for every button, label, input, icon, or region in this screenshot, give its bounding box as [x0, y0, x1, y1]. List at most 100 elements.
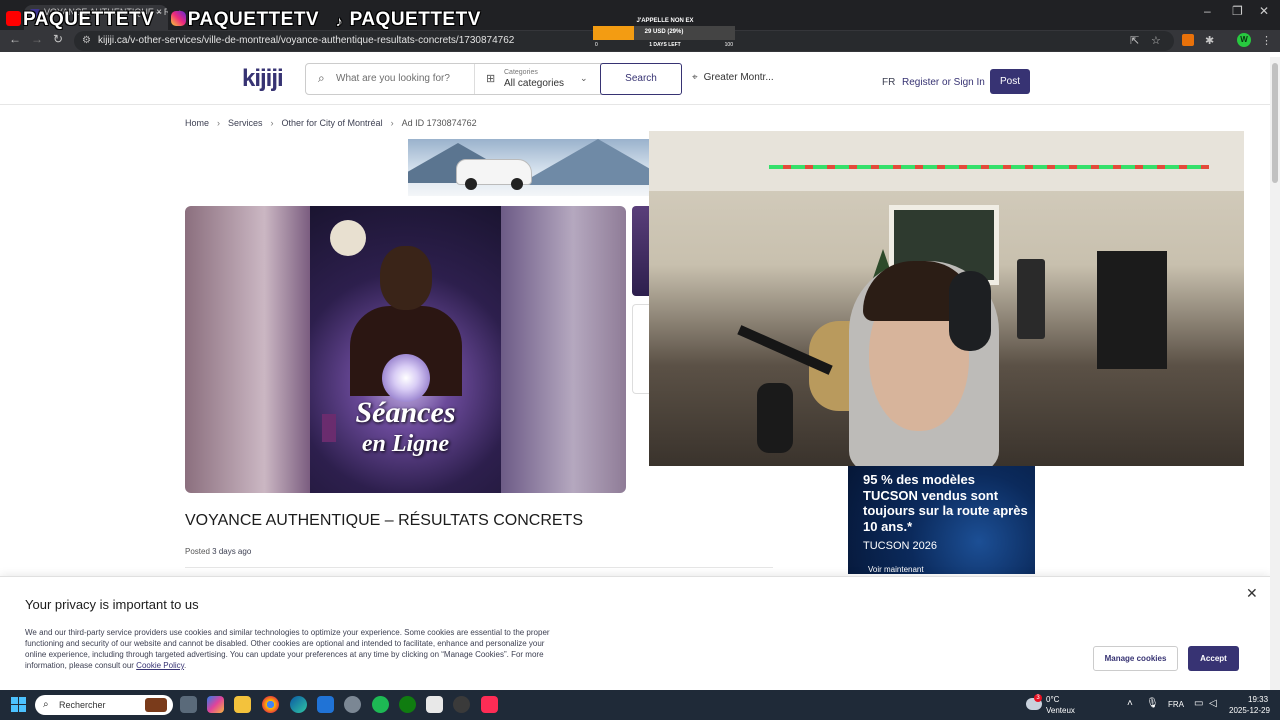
task-view-icon[interactable]: [180, 696, 197, 713]
windows-start-icon[interactable]: [11, 697, 27, 713]
obs-icon[interactable]: [453, 696, 470, 713]
microphone: [757, 383, 793, 453]
site-header: kijiji ⌕ What are you looking for? ⊞ Cat…: [0, 57, 1270, 105]
instagram-brand: PAQUETTETV: [170, 9, 319, 31]
breadcrumb-services[interactable]: Services: [228, 118, 263, 128]
goal-max: 100: [724, 42, 733, 48]
ad-cta-link[interactable]: Voir maintenant: [868, 565, 924, 574]
hyundai-tucson-ad[interactable]: 95 % des modèles TUCSON vendus sont touj…: [848, 466, 1035, 574]
listing-image-gallery[interactable]: Séances en Ligne: [185, 206, 626, 493]
divider: [474, 64, 475, 94]
goal-bar: 29 USD (29%): [593, 26, 735, 40]
settings-icon[interactable]: [344, 696, 361, 713]
cookie-policy-link[interactable]: Cookie Policy: [136, 661, 184, 670]
site-info-icon[interactable]: ⚙: [82, 31, 91, 51]
tray-chevron-up-icon[interactable]: ˄: [1127, 698, 1133, 709]
gallery-thumbnail[interactable]: [632, 206, 650, 296]
cookie-body: We and our third-party service providers…: [25, 628, 550, 670]
url-text: kijiji.ca/v-other-services/ville-de-mont…: [98, 35, 515, 46]
search-icon: ⌕: [43, 699, 49, 710]
clock-date[interactable]: 2025-12-29: [1229, 706, 1270, 715]
scrollbar-thumb[interactable]: [1272, 63, 1278, 183]
listing-title: VOYANCE AUTHENTIQUE – RÉSULTATS CONCRETS: [185, 512, 583, 529]
copilot-icon[interactable]: [207, 696, 224, 713]
ad-model: TUCSON 2026: [863, 540, 937, 552]
categories-label: Categories: [504, 69, 538, 76]
weather-temp: 0°C: [1046, 695, 1060, 704]
suv-image: [456, 159, 532, 190]
tiktok-brand: ♪ PAQUETTETV: [335, 9, 481, 30]
profile-avatar[interactable]: W: [1237, 33, 1251, 47]
chevron-right-icon: ›: [217, 118, 221, 128]
headset: [949, 271, 991, 351]
jeep-ad-banner[interactable]: [408, 139, 650, 196]
clock-time[interactable]: 19:33: [1248, 695, 1268, 704]
search-input[interactable]: What are you looking for?: [336, 73, 450, 84]
bookmark-star-icon[interactable]: ☆: [1151, 34, 1161, 47]
led-lights: [769, 165, 1209, 169]
maximize-icon[interactable]: ❐: [1232, 4, 1243, 18]
categories-grid-icon: ⊞: [486, 73, 496, 85]
gallery-thumbnail[interactable]: [632, 304, 650, 394]
mail-icon[interactable]: [317, 696, 334, 713]
input-language[interactable]: FRA: [1168, 700, 1184, 709]
cookie-title: Your privacy is important to us: [25, 597, 199, 612]
close-icon[interactable]: ✕: [1246, 585, 1258, 602]
location-selector[interactable]: ⌖ Greater Montr...: [692, 72, 774, 83]
forward-icon[interactable]: →: [31, 32, 43, 46]
register-signin-link[interactable]: Register or Sign In: [902, 77, 985, 88]
search-button[interactable]: Search: [600, 63, 682, 95]
divider: [185, 567, 773, 568]
manage-cookies-button[interactable]: Manage cookies: [1093, 646, 1178, 671]
ad-text: 95 % des modèles TUCSON vendus sont touj…: [863, 472, 1028, 534]
search-icon: ⌕: [318, 71, 325, 85]
breadcrumb-ad-id: Ad ID 1730874762: [401, 118, 477, 128]
taskbar-search[interactable]: ⌕ Rechercher: [35, 695, 173, 715]
network-icon[interactable]: ▭: [1194, 698, 1203, 709]
language-toggle[interactable]: FR: [882, 77, 895, 88]
image-caption-line2: en Ligne: [361, 431, 450, 457]
page-scrollbar[interactable]: [1270, 57, 1280, 690]
xbox-icon[interactable]: [399, 696, 416, 713]
reload-icon[interactable]: ↻: [53, 32, 63, 46]
youtube-brand: PAQUETTETV: [6, 9, 154, 31]
volume-icon[interactable]: ◁: [1209, 698, 1217, 709]
extensions-icon[interactable]: ✱: [1205, 34, 1214, 47]
close-window-icon[interactable]: ✕: [1259, 4, 1269, 18]
categories-select[interactable]: All categories: [504, 78, 564, 89]
instagram-icon: [170, 11, 186, 26]
edge-icon[interactable]: [290, 696, 307, 713]
accept-cookies-button[interactable]: Accept: [1188, 646, 1239, 671]
extension-icon[interactable]: [1182, 34, 1194, 46]
goal-progress-text: 29 USD (29%): [644, 29, 684, 35]
breadcrumb-category[interactable]: Other for City of Montréal: [282, 118, 383, 128]
menu-icon[interactable]: ⋮: [1261, 34, 1272, 47]
windows-taskbar: ⌕ Rechercher 0°C Venteux ˄ 🎙 FRA ▭ ◁ 19:…: [0, 690, 1280, 720]
weather-badge: 3: [1034, 694, 1042, 702]
chevron-right-icon: ›: [390, 118, 394, 128]
posted-date: Posted 3 days ago: [185, 547, 252, 556]
install-app-icon[interactable]: ⇱: [1130, 34, 1139, 47]
listing-main-image: Séances en Ligne: [310, 206, 501, 493]
minimize-icon[interactable]: –: [1204, 4, 1211, 18]
chevron-down-icon[interactable]: ⌄: [580, 73, 588, 84]
file-explorer-icon[interactable]: [234, 696, 251, 713]
chrome-icon[interactable]: [262, 696, 279, 713]
search-highlight-icon: [145, 698, 167, 712]
goal-title: J'APPELLE NON EX: [636, 18, 694, 24]
weather-desc: Venteux: [1046, 706, 1075, 715]
back-icon[interactable]: ←: [9, 32, 21, 46]
television: [1097, 251, 1167, 369]
cookie-consent-banner: Your privacy is important to us We and o…: [0, 576, 1270, 690]
tiktok-live-icon[interactable]: [481, 696, 498, 713]
youtube-icon: [6, 11, 21, 26]
post-ad-button[interactable]: Post: [990, 69, 1030, 94]
breadcrumb-home[interactable]: Home: [185, 118, 209, 128]
spotify-icon[interactable]: [372, 696, 389, 713]
search-bar: ⌕ What are you looking for? ⊞ Categories…: [305, 63, 682, 95]
kijiji-logo[interactable]: kijiji: [242, 65, 284, 93]
breadcrumb: Home › Services › Other for City of Montréal…: [185, 118, 485, 128]
app-icon[interactable]: [426, 696, 443, 713]
crystal-ball-image: [382, 354, 430, 402]
microphone-icon[interactable]: 🎙: [1146, 698, 1159, 709]
